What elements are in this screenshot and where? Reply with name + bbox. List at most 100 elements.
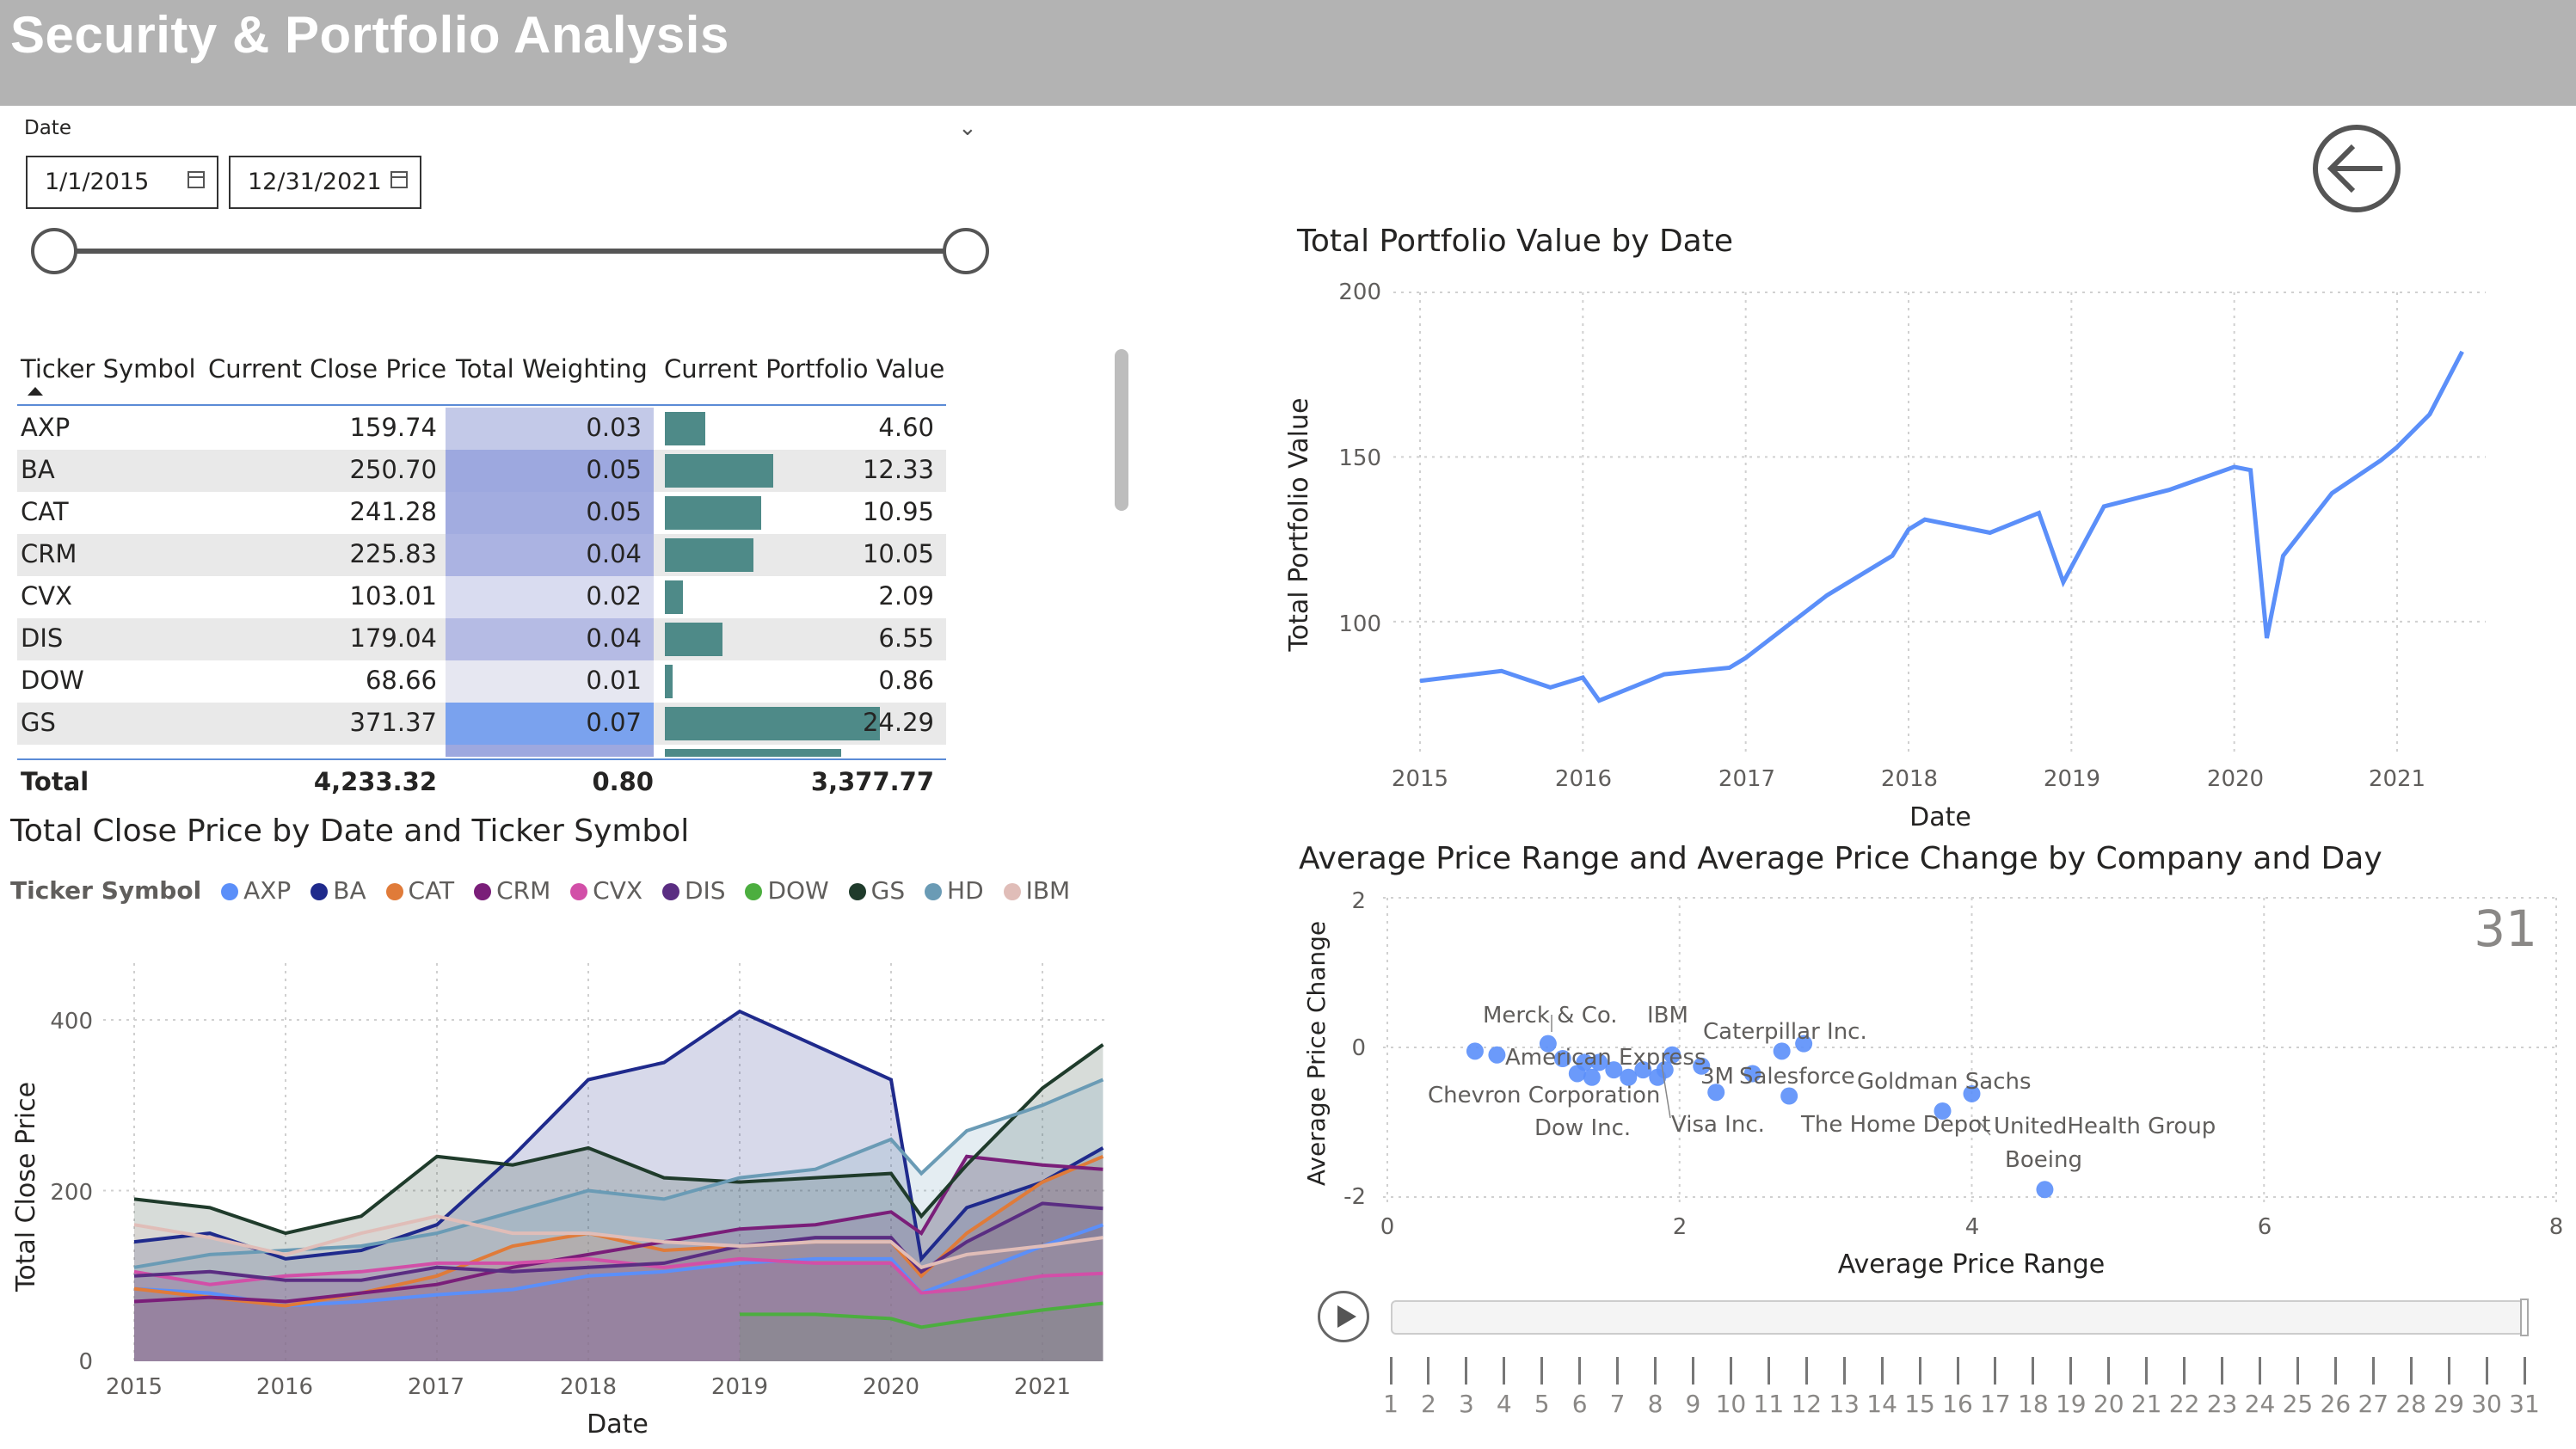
play-axis-tick[interactable] [2145,1357,2149,1385]
play-axis-day: 6 [1571,1390,1588,1418]
play-axis-tick[interactable] [1729,1357,1732,1385]
play-axis-tick[interactable] [2333,1357,2337,1385]
play-axis-tick[interactable] [2523,1357,2526,1385]
play-axis-tick[interactable] [1540,1357,1544,1385]
table-row-partial[interactable] [17,745,946,757]
point-label: The Home Depot [1800,1112,1990,1138]
total-value: 3,377.77 [810,767,934,796]
play-axis-day: 24 [2244,1390,2276,1418]
play-axis-tick[interactable] [2371,1357,2375,1385]
column-header-value[interactable]: Current Portfolio Value [664,354,944,384]
play-axis-tick[interactable] [1503,1357,1506,1385]
column-header-ticker[interactable]: Ticker Symbol [21,354,196,384]
play-axis-day: 19 [2055,1390,2087,1418]
y-axis-title: Total Close Price [11,1082,41,1292]
play-axis-tick[interactable] [1654,1357,1657,1385]
play-axis-tick[interactable] [1578,1357,1582,1385]
close-chart-title: Total Close Price by Date and Ticker Sym… [10,814,690,849]
legend-item-ba[interactable]: BA [310,876,366,905]
sort-ascending-icon[interactable] [28,387,43,396]
column-header-weighting[interactable]: Total Weighting [456,354,648,384]
play-axis-tick[interactable] [2296,1357,2299,1385]
close-price-area-chart[interactable]: 400 200 0 2015 2016 2017 2018 2019 2020 … [0,929,1144,1449]
table-row[interactable]: CVX 103.01 0.02 2.09 [17,576,946,618]
table-row[interactable]: AXP 159.74 0.03 4.60 [17,408,946,450]
x-tick: 2021 [1014,1374,1071,1400]
price-cell: 241.28 [349,497,437,526]
y-tick: 150 [1338,445,1381,471]
play-axis-tick[interactable] [1767,1357,1770,1385]
calendar-icon[interactable] [390,171,408,188]
scatter-point[interactable] [1488,1046,1506,1064]
play-axis-tick[interactable] [1427,1357,1430,1385]
play-axis-tick[interactable] [2258,1357,2261,1385]
value-cell: 12.33 [862,455,934,484]
legend-item-dis[interactable]: DIS [661,876,726,905]
ticker-cell: CVX [21,581,72,611]
table-row[interactable]: BA 250.70 0.05 12.33 [17,450,946,492]
legend-item-cvx[interactable]: CVX [570,876,642,905]
table-row[interactable]: GS 371.37 0.07 24.29 [17,703,946,745]
price-cell: 179.04 [349,623,437,653]
play-axis-tick[interactable] [2032,1357,2035,1385]
play-axis-tick[interactable] [2485,1357,2488,1385]
end-date-input[interactable]: 12/31/2021 [229,156,421,209]
play-axis-tick[interactable] [2107,1357,2111,1385]
play-axis-tick[interactable] [1389,1357,1393,1385]
legend-item-ibm[interactable]: IBM [1003,876,1070,905]
slider-start-handle[interactable] [31,228,77,274]
legend-item-crm[interactable]: CRM [474,876,550,905]
scatter-point[interactable] [1773,1042,1791,1060]
play-axis-tick[interactable] [2183,1357,2186,1385]
column-header-price[interactable]: Current Close Price [208,354,446,384]
value-bar [665,496,761,530]
x-tick: 2018 [560,1374,617,1400]
back-arrow-icon[interactable] [2312,124,2401,213]
ticker-cell: CRM [21,539,77,568]
play-axis-tick[interactable] [2221,1357,2224,1385]
y-tick: 0 [78,1349,93,1375]
play-axis-day: 30 [2471,1390,2502,1418]
date-range-slider[interactable] [53,249,967,254]
price-range-scatter-chart[interactable]: 31 2 0 -2 0 2 4 6 8 Average Price Range … [1290,886,2572,1290]
legend-item-hd[interactable]: HD [925,876,984,905]
chevron-down-icon[interactable]: ⌄ [958,115,977,141]
play-axis-tick[interactable] [2069,1357,2073,1385]
play-axis-day: 25 [2282,1390,2314,1418]
scatter-point[interactable] [1780,1087,1798,1105]
total-price: 4,233.32 [313,767,437,796]
table-row[interactable]: DIS 179.04 0.04 6.55 [17,618,946,660]
scatter-point[interactable] [2036,1181,2054,1199]
play-axis-tick[interactable] [1956,1357,1959,1385]
legend-item-gs[interactable]: GS [848,876,905,905]
slider-end-handle[interactable] [943,228,989,274]
play-axis-tick[interactable] [1994,1357,1997,1385]
play-axis-tick[interactable] [1616,1357,1620,1385]
play-axis-track[interactable] [1391,1300,2524,1335]
play-axis-tick[interactable] [1842,1357,1846,1385]
x-axis-title: Date [587,1409,649,1440]
x-axis-title: Date [1909,802,1971,832]
scatter-point[interactable] [1466,1042,1484,1060]
portfolio-value-line-chart[interactable]: 200 150 100 2015 2016 2017 2018 2019 202… [1282,272,2529,839]
x-tick: 2021 [2369,766,2425,792]
table-scrollbar[interactable] [1115,349,1128,511]
table-row[interactable]: CAT 241.28 0.05 10.95 [17,492,946,534]
play-axis-tick[interactable] [1804,1357,1808,1385]
table-row[interactable]: DOW 68.66 0.01 0.86 [17,660,946,703]
play-axis-tick[interactable] [1465,1357,1468,1385]
x-tick: 2019 [711,1374,768,1400]
play-axis-tick[interactable] [2409,1357,2413,1385]
play-axis-tick[interactable] [1918,1357,1921,1385]
start-date-input[interactable]: 1/1/2015 [26,156,218,209]
calendar-icon[interactable] [188,171,205,188]
play-axis-tick[interactable] [1880,1357,1884,1385]
play-axis-handle[interactable] [2520,1299,2529,1336]
play-axis-tick[interactable] [2447,1357,2450,1385]
legend-item-axp[interactable]: AXP [221,876,291,905]
play-axis-tick[interactable] [1691,1357,1694,1385]
table-row[interactable]: CRM 225.83 0.04 10.05 [17,534,946,576]
legend-item-cat[interactable]: CAT [385,876,454,905]
play-button[interactable] [1318,1291,1369,1342]
legend-item-dow[interactable]: DOW [745,876,829,905]
